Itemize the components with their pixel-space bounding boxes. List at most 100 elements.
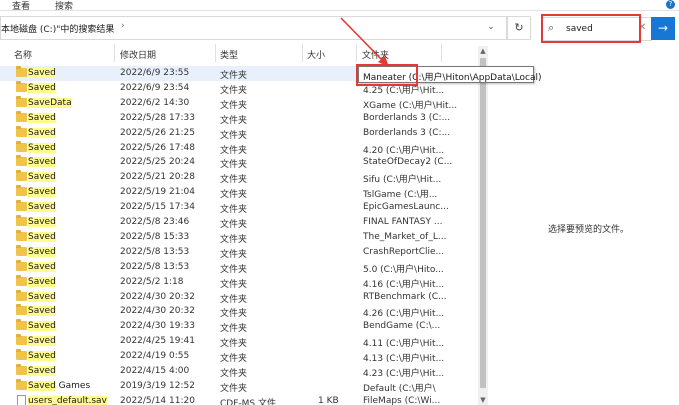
folder-icon (16, 364, 27, 375)
tab-view[interactable]: 查看 (12, 0, 30, 12)
tab-search[interactable]: 搜索 (55, 0, 73, 12)
row-name[interactable]: Saved (28, 157, 56, 168)
folder-icon (16, 244, 27, 256)
column-divider[interactable] (356, 44, 357, 62)
row-name[interactable]: Saved Games (28, 380, 90, 391)
table-row[interactable]: Saved 2022/5/15 17:34 文件夹 EpicGamesLaunc... (0, 200, 478, 215)
help-icon[interactable]: ? (666, 0, 675, 9)
highlight-box-search (541, 14, 641, 43)
refresh-button[interactable]: ↻ (507, 16, 531, 40)
row-name[interactable]: Saved (28, 306, 56, 317)
row-folder: EpicGamesLaunc... (363, 202, 449, 213)
row-name[interactable]: Saved (28, 246, 56, 257)
breadcrumb[interactable]: 本地磁盘 (C:)"中的搜索结果 (1, 22, 114, 35)
column-header: 名称 修改日期 类型 大小 文件夹 (0, 46, 478, 62)
row-name[interactable]: Saved (28, 321, 56, 332)
row-name[interactable]: Saved (28, 172, 56, 183)
row-type: CDF-MS 文件 (220, 398, 276, 405)
folder-icon (16, 229, 27, 241)
table-row[interactable]: Saved 2022/4/25 19:41 文件夹 4.11 (C:\用户\Hit..… (0, 334, 478, 349)
row-type: 文件夹 (220, 130, 248, 141)
row-type: 文件夹 (220, 383, 248, 394)
column-divider[interactable] (441, 44, 442, 62)
scroll-down-icon[interactable]: ▼ (478, 395, 488, 405)
table-row[interactable]: users_default.sav 2022/5/14 11:20 CDF-MS 文… (0, 394, 478, 405)
column-name[interactable]: 名称 (14, 48, 32, 61)
table-row[interactable]: Saved 2022/4/30 19:33 文件夹 BendGame (C:\... (0, 319, 478, 334)
row-folder: TslGame (C:\用... (363, 190, 438, 201)
row-folder: Borderlands 3 (C:... (363, 112, 451, 123)
scroll-up-icon[interactable]: ▲ (478, 46, 488, 56)
breadcrumb-chevron-icon[interactable]: › (121, 21, 125, 31)
row-type: 文件夹 (220, 339, 248, 350)
table-row[interactable]: Saved 2022/5/26 21:25 文件夹 Borderlands 3 (C:… (0, 125, 478, 141)
row-name[interactable]: Saved (28, 112, 56, 123)
table-row[interactable]: Saved Games 2019/3/19 12:52 文件夹 Default (C:… (0, 378, 478, 394)
row-type: 文件夹 (220, 249, 248, 260)
folder-icon (16, 200, 27, 212)
column-divider[interactable] (302, 44, 303, 62)
row-name[interactable]: Saved (28, 336, 56, 347)
row-date: 2022/6/9 23:55 (120, 68, 190, 78)
column-folder[interactable]: 文件夹 (362, 48, 389, 61)
row-type: 文件夹 (220, 220, 248, 230)
row-name[interactable]: Saved (28, 127, 56, 138)
row-folder: 4.16 (C:\用户\Hit... (363, 279, 445, 290)
table-row[interactable]: Saved 2022/5/8 13:53 文件夹 CrashReportClie... (0, 244, 478, 260)
table-row[interactable]: Saved 2022/5/28 17:33 文件夹 Borderlands 3 (C:… (0, 110, 478, 126)
row-name[interactable]: Saved (28, 276, 56, 287)
scroll-thumb[interactable] (480, 58, 486, 388)
column-date[interactable]: 修改日期 (120, 48, 156, 61)
folder-icon (16, 215, 27, 226)
table-row[interactable]: Saved 2022/5/8 23:46 文件夹 FINAL FANTASY ... (0, 215, 478, 230)
table-row[interactable]: Saved 2022/4/19 0:55 文件夹 4.13 (C:\用户\Hit... (0, 349, 478, 364)
row-folder: 5.0 (C:\用户\Hito... (363, 264, 444, 275)
column-type[interactable]: 类型 (220, 48, 238, 61)
row-name[interactable]: Saved (28, 366, 56, 376)
row-size: 1 KB (318, 395, 339, 405)
row-date: 2022/5/26 17:48 (120, 142, 195, 153)
folder-icon (16, 125, 27, 137)
row-folder: CrashReportClie... (363, 246, 445, 257)
row-name[interactable]: Saved (28, 351, 56, 362)
table-row[interactable]: Saved 2022/4/30 20:32 文件夹 RTBenchmark (C... (0, 289, 478, 305)
column-divider[interactable] (114, 44, 115, 62)
table-row[interactable]: SaveData 2022/6/2 14:30 文件夹 XGame (C:\用户\Hi… (0, 95, 478, 111)
row-folder: Default (C:\用户\ (363, 383, 436, 394)
folder-icon (16, 185, 27, 197)
address-bar[interactable]: 本地磁盘 (C:)"中的搜索结果 › (0, 16, 507, 40)
row-name[interactable]: Saved (28, 217, 56, 227)
row-type: 文件夹 (220, 190, 248, 201)
row-name[interactable]: Saved (28, 187, 56, 198)
row-name[interactable]: Saved (28, 291, 56, 302)
row-type: 文件夹 (220, 234, 248, 245)
search-go-button[interactable]: → (651, 17, 675, 40)
table-row[interactable]: Saved 2022/5/26 17:48 文件夹 4.20 (C:\用户\Hit..… (0, 140, 478, 156)
folder-icon (16, 378, 27, 390)
row-name[interactable]: Saved (28, 261, 56, 272)
vertical-scrollbar[interactable]: ▲ ▼ (478, 46, 488, 405)
row-name[interactable]: SaveData (28, 97, 72, 108)
row-name[interactable]: Saved (28, 82, 56, 93)
column-divider[interactable] (215, 44, 216, 62)
table-row[interactable]: Saved 2022/5/19 21:04 文件夹 TslGame (C:\用... (0, 185, 478, 200)
row-type: 文件夹 (220, 205, 248, 216)
row-name[interactable]: Saved (28, 68, 56, 78)
table-row[interactable]: Saved 2022/5/21 20:28 文件夹 Sifu (C:\用户\Hit..… (0, 170, 478, 185)
table-row[interactable]: Saved 2022/4/30 20:32 文件夹 4.26 (C:\用户\Hit..… (0, 304, 478, 319)
folder-icon (16, 259, 27, 271)
folder-icon (16, 170, 27, 182)
table-row[interactable]: Saved 2022/5/25 20:24 文件夹 StateOfDecay2 (C.… (0, 155, 478, 170)
highlight-box-tooltip (356, 64, 418, 86)
table-row[interactable]: Saved 2022/5/8 13:53 文件夹 5.0 (C:\用户\Hito... (0, 259, 478, 275)
row-name[interactable]: Saved (28, 202, 56, 213)
table-row[interactable]: Saved 2022/5/8 15:33 文件夹 The_Market_of_L... (0, 229, 478, 245)
folder-icon (16, 140, 27, 152)
row-name[interactable]: Saved (28, 142, 56, 153)
address-dropdown-icon[interactable]: ⌄ (482, 16, 500, 38)
column-size[interactable]: 大小 (307, 48, 325, 61)
row-name[interactable]: users_default.sav (28, 395, 107, 405)
table-row[interactable]: Saved 2022/4/15 4:00 文件夹 4.23 (C:\用户\Hit... (0, 364, 478, 379)
row-name[interactable]: Saved (28, 231, 56, 242)
table-row[interactable]: Saved 2022/5/2 1:18 文件夹 4.16 (C:\用户\Hit... (0, 274, 478, 290)
